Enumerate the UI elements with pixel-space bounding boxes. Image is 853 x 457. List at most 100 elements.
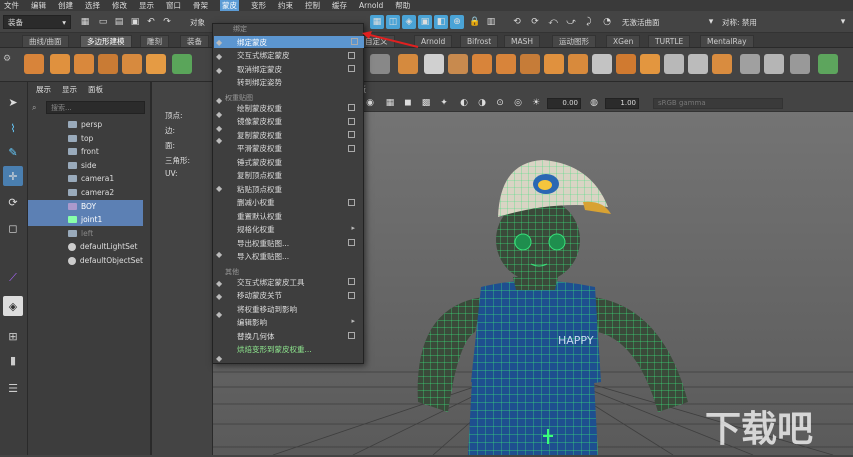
output-ops-icon[interactable]: ⟳	[528, 15, 542, 29]
menu-item[interactable]: 复制蒙皮权重	[237, 129, 361, 141]
shelf-tab-11[interactable]: MASH	[504, 35, 541, 47]
rotate-tool-icon[interactable]: ⟳	[3, 192, 23, 212]
menu-item[interactable]: 规格化权重 ▸	[237, 224, 361, 236]
shelf-tab-2[interactable]: 雕刻	[140, 35, 169, 47]
menu-0[interactable]: 文件	[4, 0, 19, 11]
menu-9[interactable]: 变形	[251, 0, 266, 11]
input-ops-icon[interactable]: ⟲	[510, 15, 524, 29]
mirror-icon[interactable]	[496, 54, 516, 74]
shelf-tab-0[interactable]: 曲线/曲面	[22, 35, 69, 47]
smooth-icon[interactable]	[520, 54, 540, 74]
polygon-cylinder-icon[interactable]	[74, 54, 94, 74]
menu-item[interactable]: 锤式蒙皮权重	[237, 156, 361, 168]
menu-set-icon[interactable]: ▦	[78, 15, 92, 29]
lasso-tool-icon[interactable]: ⌇	[3, 118, 23, 138]
redo-icon[interactable]: ↷	[160, 15, 174, 29]
menu-14[interactable]: 帮助	[395, 0, 410, 11]
two-view-icon[interactable]: ▮	[3, 350, 23, 370]
isolate-icon[interactable]: ⊙	[493, 96, 507, 110]
wireframe-icon[interactable]: ▦	[383, 96, 397, 110]
menu-3[interactable]: 选择	[85, 0, 100, 11]
append-icon[interactable]	[664, 54, 684, 74]
option-box-icon[interactable]	[348, 117, 355, 125]
symmetry-label[interactable]: 对称: 禁用	[722, 17, 757, 28]
polygon-cone-icon[interactable]	[98, 54, 118, 74]
mode-selector[interactable]: 装备 ▾	[3, 15, 71, 29]
quad-draw-icon[interactable]	[640, 54, 660, 74]
menu-4[interactable]: 修改	[112, 0, 127, 11]
option-box-icon[interactable]	[348, 144, 355, 152]
exposure-icon[interactable]: ☀	[529, 96, 543, 110]
bridge-icon[interactable]	[424, 54, 444, 74]
sculpt-icon[interactable]	[740, 54, 760, 74]
outliner-item[interactable]: left	[28, 227, 143, 240]
shelf-tab-15[interactable]: MentalRay	[700, 35, 754, 47]
menu-12[interactable]: 缓存	[332, 0, 347, 11]
menu-6[interactable]: 窗口	[166, 0, 181, 11]
snap-surface-icon[interactable]: ◧	[434, 15, 448, 29]
target-weld-icon[interactable]	[592, 54, 612, 74]
outliner-item[interactable]: front	[28, 145, 143, 158]
option-box-icon[interactable]	[348, 65, 355, 72]
open-scene-icon[interactable]: ▤	[112, 15, 126, 29]
scale-tool-icon[interactable]: ◻	[3, 218, 23, 238]
shelf-tab-14[interactable]: TURTLE	[648, 35, 691, 47]
construction-history-icon[interactable]: ⤺	[546, 15, 560, 29]
save-scene-icon[interactable]: ▣	[128, 15, 142, 29]
slide-edge-icon[interactable]	[688, 54, 708, 74]
menu-13[interactable]: Arnold	[359, 1, 383, 10]
outliner-search-input[interactable]: 搜索...	[46, 101, 145, 114]
paint-select-icon[interactable]: ✎	[3, 142, 23, 162]
lights-icon[interactable]: ✦	[437, 96, 451, 110]
new-scene-icon[interactable]: ▭	[96, 15, 110, 29]
menu-item[interactable]: 交互式绑定蒙皮	[237, 50, 361, 62]
menu-item[interactable]: 交互式绑定蒙皮工具	[237, 276, 361, 288]
shelf-tab-3[interactable]: 装备	[180, 35, 209, 47]
outliner-item[interactable]: defaultLightSet	[28, 240, 143, 253]
polygon-plane-icon[interactable]	[146, 54, 166, 74]
ipr-icon[interactable]: ⤸	[582, 15, 596, 29]
option-box-icon[interactable]	[348, 198, 355, 206]
polygon-torus-icon[interactable]	[122, 54, 142, 74]
bevel-icon[interactable]	[448, 54, 468, 74]
color-space-select[interactable]: sRGB gamma	[653, 98, 783, 109]
menu-item[interactable]: 取消绑定蒙皮	[237, 63, 361, 75]
menu-item[interactable]: 导入权重贴图...	[237, 251, 361, 263]
chevron-down-icon[interactable]: ▾	[836, 15, 850, 29]
bool-icon[interactable]	[472, 54, 492, 74]
option-box-icon[interactable]	[351, 38, 358, 45]
menu-item[interactable]: 复制顶点权重	[237, 170, 361, 182]
ao-icon[interactable]: ◑	[475, 96, 489, 110]
separate-icon[interactable]	[818, 54, 838, 74]
outliner-item[interactable]: camera2	[28, 186, 143, 199]
extrude-icon[interactable]	[398, 54, 418, 74]
gear-icon[interactable]: ⚙	[2, 52, 12, 66]
snap-together-icon[interactable]	[764, 54, 784, 74]
polygon-cube-icon[interactable]	[50, 54, 70, 74]
outliner-item[interactable]: BOY	[28, 199, 143, 213]
four-view-icon[interactable]: ⊞	[3, 326, 23, 346]
outliner-item[interactable]: joint1	[28, 213, 143, 227]
menu-8[interactable]: 蒙皮	[220, 0, 239, 11]
lock-icon[interactable]: 🔒	[468, 15, 482, 29]
menu-item[interactable]: 绑定蒙皮	[214, 36, 364, 48]
menu-item[interactable]: 将权重移动到影响	[237, 303, 361, 315]
polygon-sphere-icon[interactable]	[24, 54, 44, 74]
menu-item[interactable]: 移动蒙皮关节	[237, 290, 361, 302]
outliner-menu-panels[interactable]: 面板	[88, 84, 103, 95]
camera-icon[interactable]: ◉	[363, 96, 377, 110]
shelf-tab-10[interactable]: Bifrost	[460, 35, 499, 47]
select-tool-icon[interactable]: ➤	[3, 92, 23, 112]
render-settings-icon[interactable]: ◔	[600, 15, 614, 29]
menu-7[interactable]: 骨架	[193, 0, 208, 11]
menu-item[interactable]: 转到绑定姿势	[237, 77, 361, 89]
gamma-icon[interactable]: ◍	[587, 96, 601, 110]
option-box-icon[interactable]	[348, 239, 355, 246]
menu-10[interactable]: 约束	[278, 0, 293, 11]
history-icon[interactable]: ▥	[484, 15, 498, 29]
option-box-icon[interactable]	[348, 278, 355, 285]
menu-item[interactable]: 平滑蒙皮权重	[237, 143, 361, 155]
option-box-icon[interactable]	[348, 291, 355, 299]
outliner-layout-icon[interactable]: ☰	[3, 378, 23, 398]
option-box-icon[interactable]	[348, 51, 355, 59]
